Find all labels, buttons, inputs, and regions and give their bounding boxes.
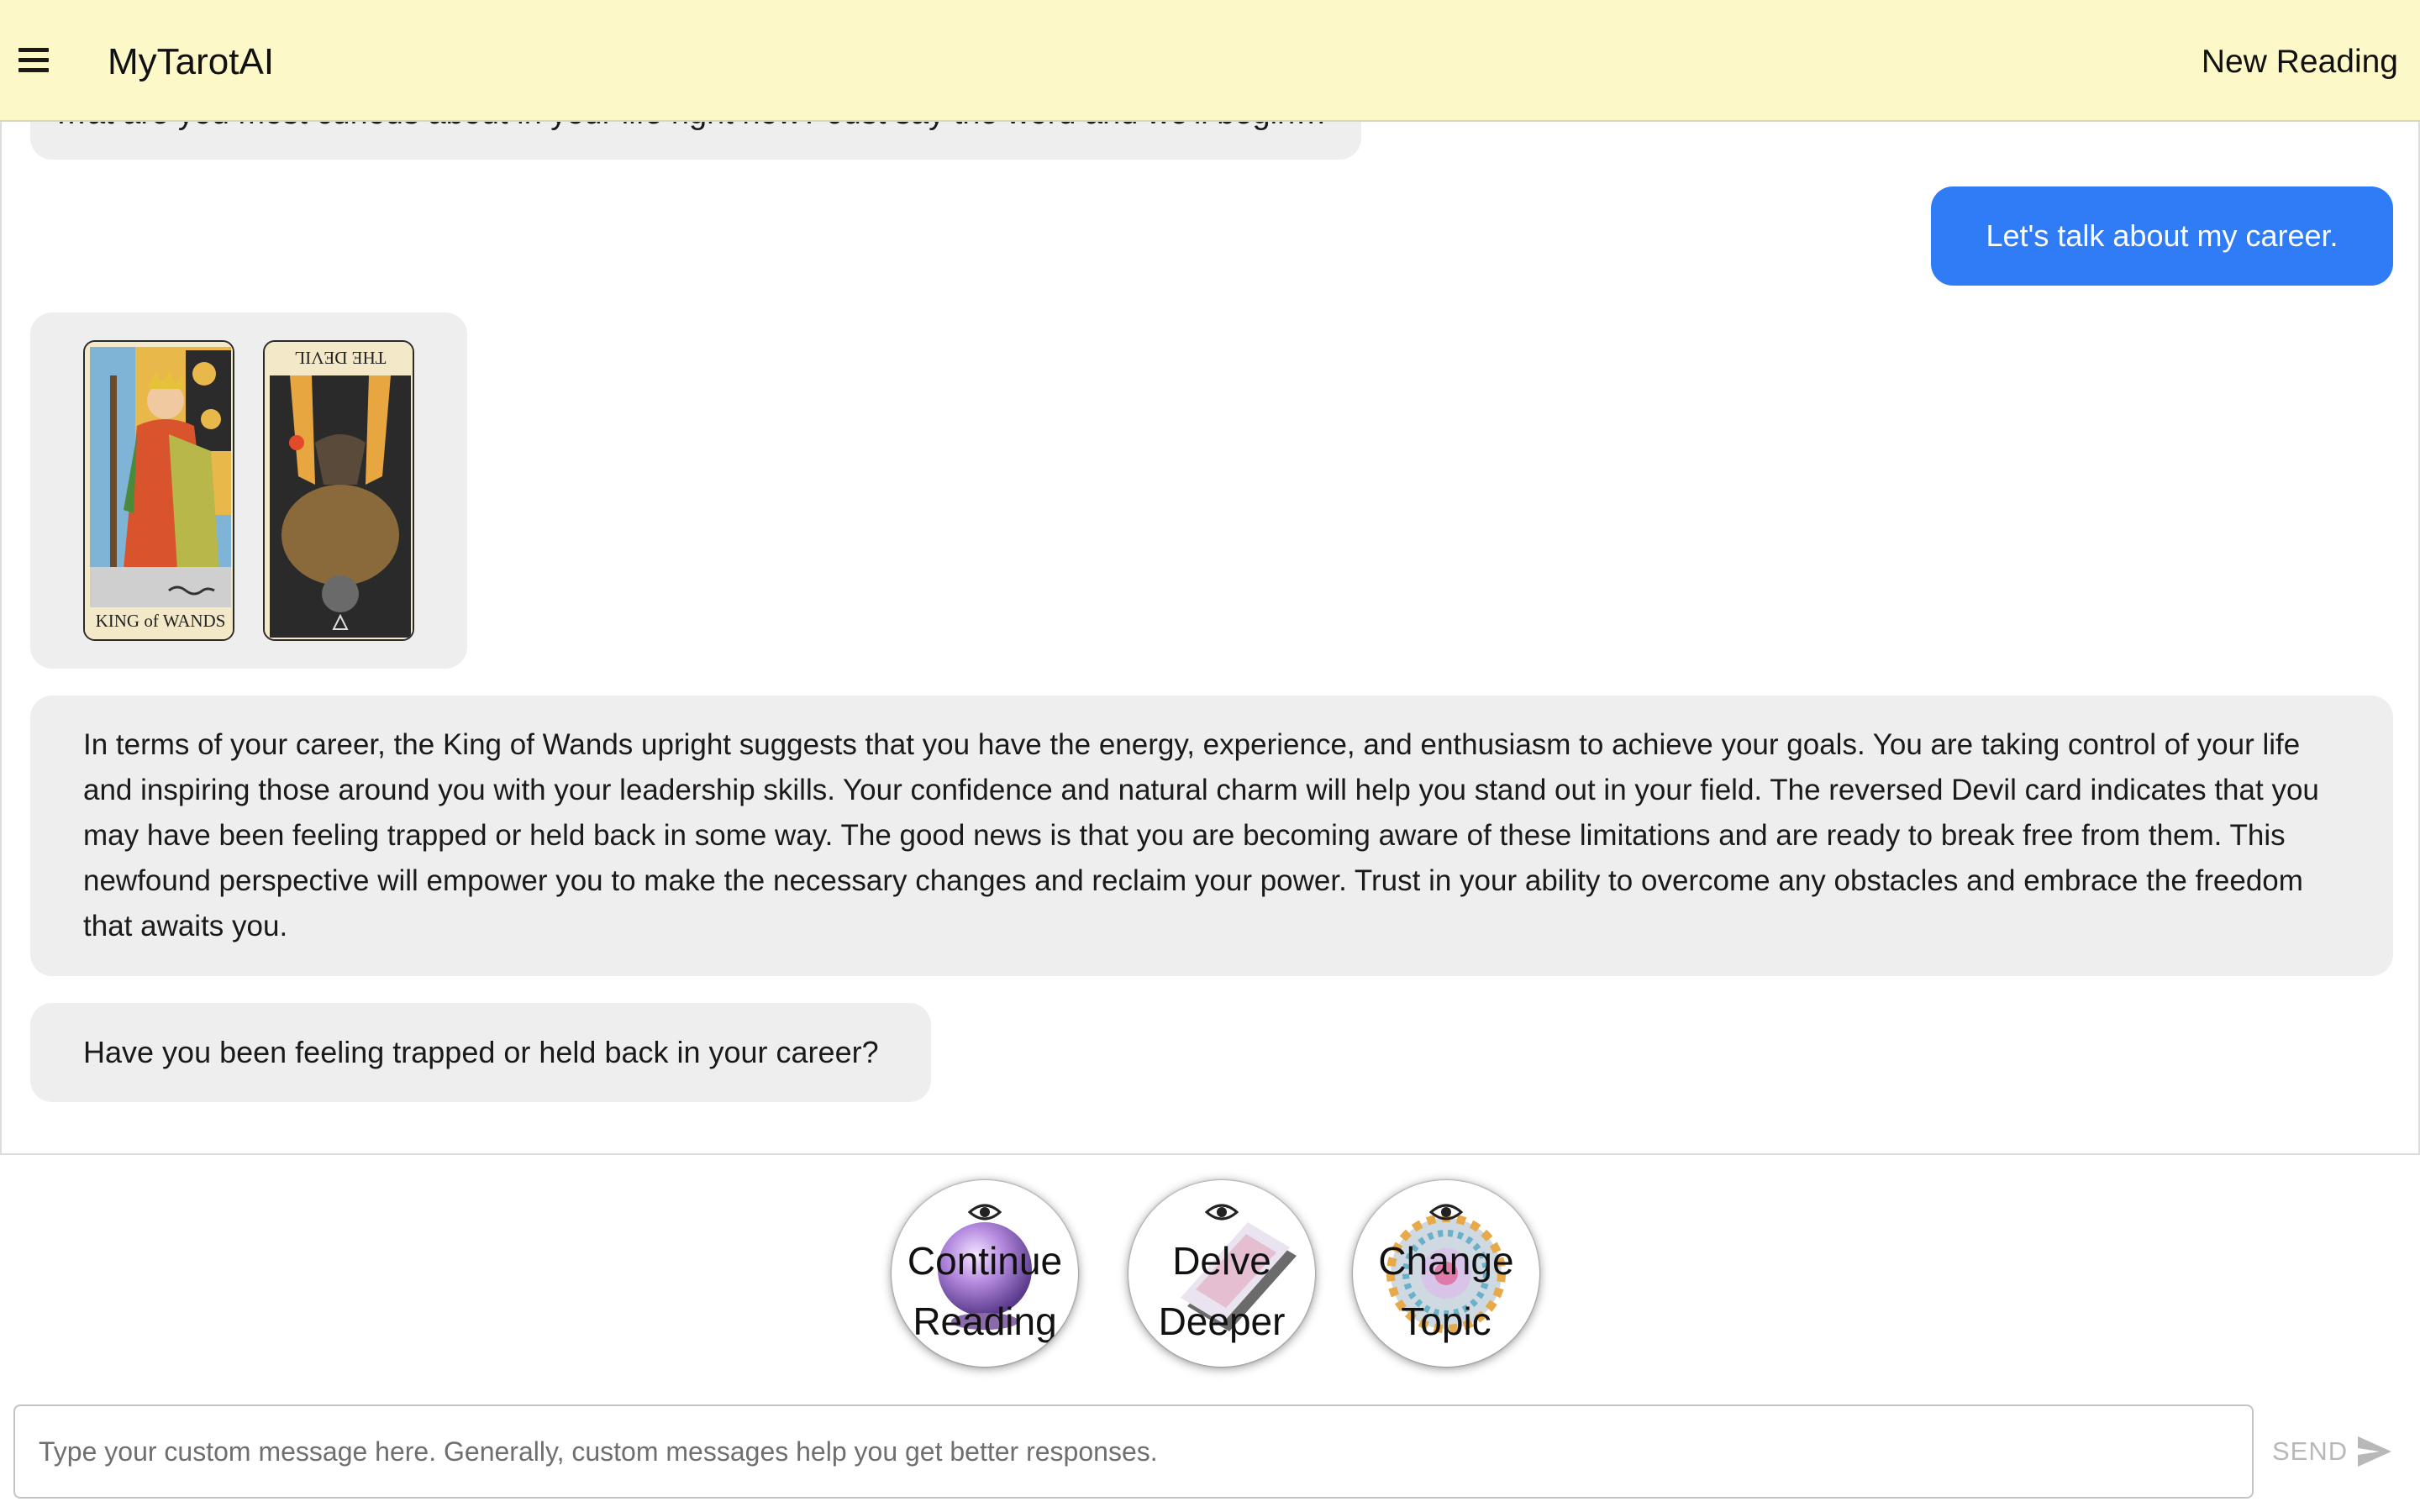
user-message: Let's talk about my career. xyxy=(1931,186,2393,286)
card-caption: THE DEVIL xyxy=(294,348,387,368)
card-caption: KING of WANDS xyxy=(95,611,226,631)
send-button[interactable]: SEND xyxy=(2269,1428,2403,1475)
chat-panel: …at are you most curious about in your l… xyxy=(0,0,2420,1155)
custom-message-input[interactable] xyxy=(37,1406,2222,1497)
message-composer xyxy=(13,1404,2254,1499)
the-devil-illustration xyxy=(265,342,413,639)
delve-deeper-label: Delve Deeper xyxy=(1158,1239,1286,1343)
menu-icon[interactable] xyxy=(15,42,52,79)
new-reading-button[interactable]: New Reading xyxy=(2202,40,2398,84)
assistant-reading-text: In terms of your career, the King of Wan… xyxy=(83,728,2319,942)
send-icon xyxy=(2358,1436,2391,1467)
eye-icon xyxy=(968,1204,1002,1221)
app-title: MyTarotAI xyxy=(108,41,275,82)
eye-icon xyxy=(1205,1204,1239,1221)
app-bar: MyTarotAI New Reading xyxy=(0,0,2420,122)
king-of-wands-illustration xyxy=(85,342,233,639)
assistant-question-text: Have you been feeling trapped or held ba… xyxy=(83,1035,879,1069)
tarot-card-king-of-wands[interactable]: KING of WANDS xyxy=(83,340,234,641)
tarot-card-the-devil-reversed[interactable]: THE DEVIL xyxy=(263,340,414,641)
change-topic-label: Change Topic xyxy=(1378,1239,1514,1343)
continue-reading-label: Continue Reading xyxy=(907,1239,1063,1343)
delve-deeper-button[interactable]: Delve Deeper xyxy=(1128,1180,1315,1367)
change-topic-button[interactable]: Change Topic xyxy=(1353,1180,1539,1367)
send-label: SEND xyxy=(2272,1436,2349,1466)
eye-icon xyxy=(1429,1204,1463,1221)
continue-reading-button[interactable]: Continue Reading xyxy=(892,1180,1078,1367)
